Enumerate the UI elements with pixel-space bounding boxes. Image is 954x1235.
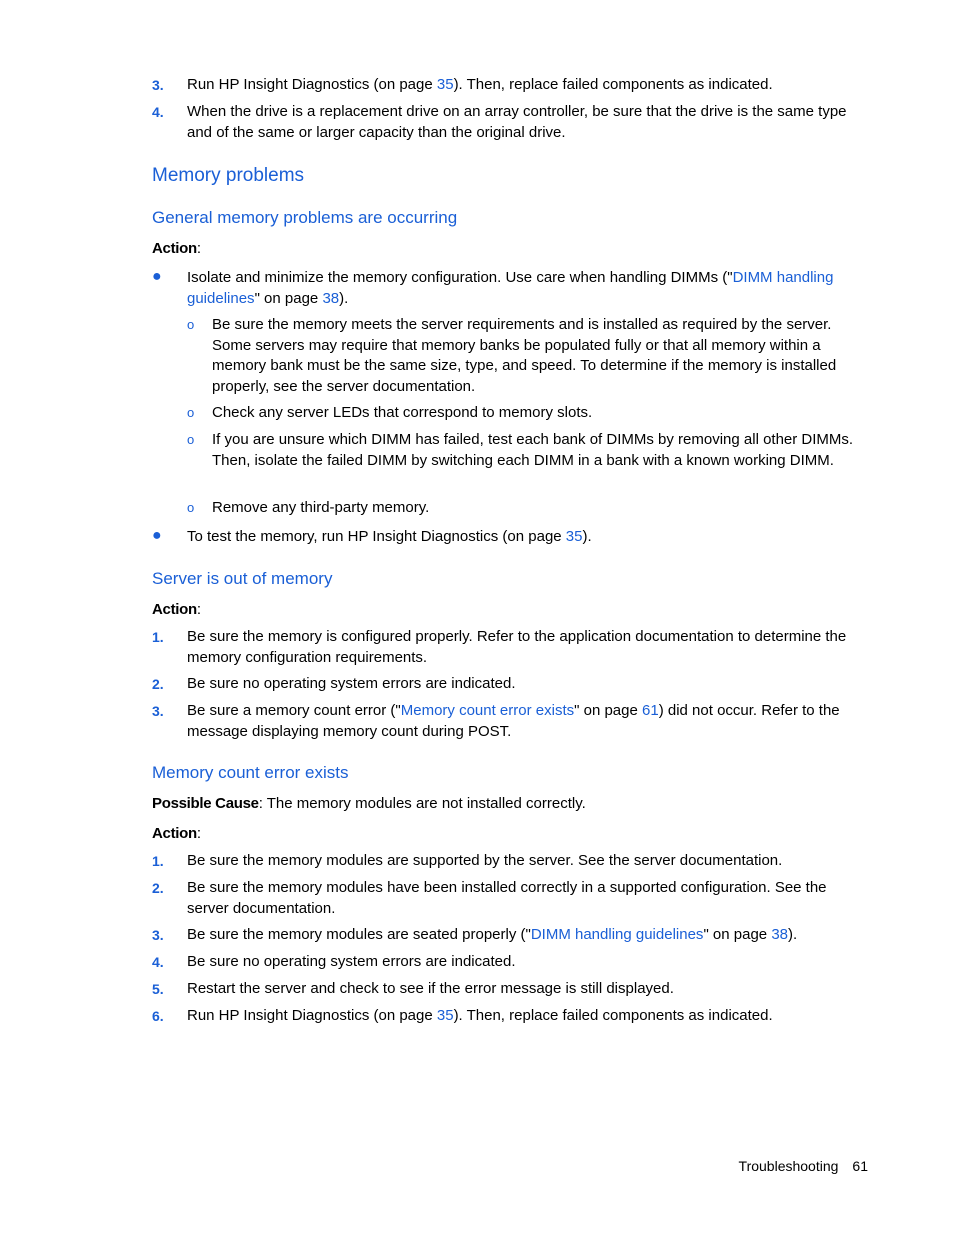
list-item: 1. Be sure the memory is configured prop… [152, 628, 847, 666]
section-heading: Memory problems [152, 165, 305, 186]
action-label: Action: [152, 240, 202, 257]
page-link[interactable]: 35 [437, 1007, 454, 1024]
list-number: 3. [152, 77, 164, 93]
list-number: 4. [152, 104, 164, 120]
bullet-icon: ● [152, 268, 162, 285]
page-link[interactable]: 38 [322, 290, 339, 307]
subsection-heading: Server is out of memory [152, 569, 333, 588]
possible-cause: Possible Cause: The memory modules are n… [152, 795, 586, 812]
subsection-heading: General memory problems are occurring [152, 208, 458, 227]
page-link[interactable]: 35 [437, 76, 454, 93]
action-label: Action: [152, 601, 202, 618]
circle-bullet-icon: o [187, 432, 195, 447]
bullet-icon: ● [152, 527, 162, 544]
list-item: 5. Restart the server and check to see i… [152, 980, 674, 997]
page-link[interactable]: 61 [642, 702, 659, 719]
circle-bullet-icon: o [187, 317, 195, 332]
footer-section: Troubleshooting [738, 1158, 839, 1174]
memory-count-error-link[interactable]: Memory count error exists [401, 702, 574, 719]
list-item: 2. Be sure no operating system errors ar… [152, 675, 516, 692]
sub-bullet-item: o Check any server LEDs that correspond … [187, 403, 872, 424]
action-label: Action: [152, 825, 202, 842]
list-item: 3. Be sure the memory modules are seated… [152, 926, 798, 943]
page-link[interactable]: 35 [566, 528, 583, 545]
subsection-heading: Memory count error exists [152, 763, 349, 782]
list-item: 4. Be sure no operating system errors ar… [152, 953, 516, 970]
sub-bullet-item: o Remove any third-party memory. [187, 498, 872, 519]
list-item: 4. When the drive is a replacement drive… [152, 103, 847, 141]
page-number: 61 [852, 1158, 868, 1174]
list-item: 2. Be sure the memory modules have been … [152, 879, 827, 917]
page-link[interactable]: 38 [771, 926, 788, 943]
bullet-item: ● Isolate and minimize the memory config… [152, 268, 834, 307]
list-item: 6. Run HP Insight Diagnostics (on page 3… [152, 1007, 773, 1024]
circle-bullet-icon: o [187, 500, 195, 515]
sub-bullet-item: o Be sure the memory meets the server re… [187, 316, 837, 395]
bullet-item: ● To test the memory, run HP Insight Dia… [152, 527, 592, 545]
circle-bullet-icon: o [187, 405, 195, 420]
dimm-guidelines-link[interactable]: DIMM handling guidelines [531, 926, 704, 943]
list-item: 1. Be sure the memory modules are suppor… [152, 852, 783, 869]
document-page: 3. Run HP Insight Diagnostics (on page 3… [0, 0, 954, 1235]
list-item: 3. Be sure a memory count error ("Memory… [152, 702, 840, 740]
list-item: 3. Run HP Insight Diagnostics (on page 3… [152, 75, 872, 96]
sub-bullet-item: o If you are unsure which DIMM has faile… [187, 431, 854, 469]
page-footer: Troubleshooting 61 [739, 1158, 868, 1174]
